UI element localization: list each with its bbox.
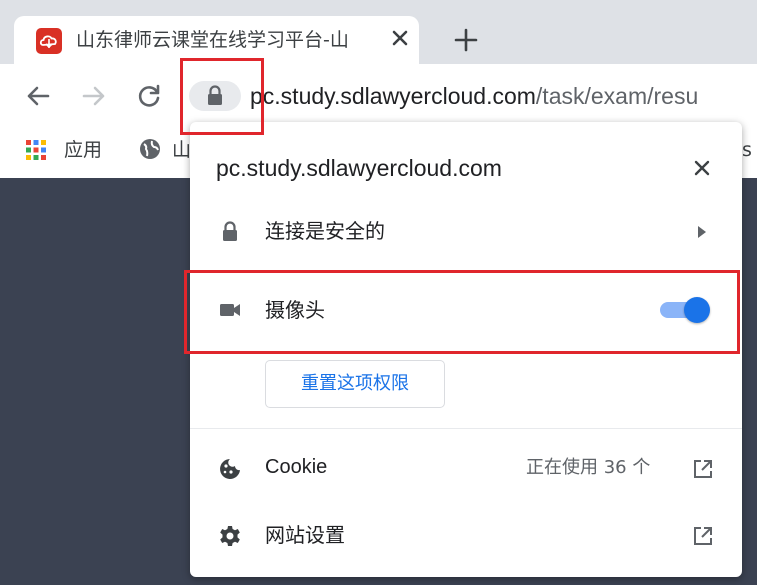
back-arrow-icon[interactable] [22, 80, 54, 112]
popup-site-title: pc.study.sdlawyercloud.com [216, 155, 502, 181]
cookie-icon [218, 457, 242, 481]
camera-row-highlight-annotation [184, 270, 740, 354]
cookie-row[interactable]: Cookie [265, 452, 327, 482]
connection-secure-row[interactable]: 连接是安全的 [265, 216, 385, 246]
lock-icon [218, 220, 242, 244]
open-in-new-icon[interactable] [692, 458, 714, 480]
apps-grid-icon[interactable] [24, 138, 48, 162]
popup-close-icon[interactable] [686, 152, 718, 184]
forward-arrow-icon[interactable] [78, 80, 110, 112]
site-favicon-icon [36, 28, 62, 54]
new-tab-plus-icon[interactable] [448, 22, 484, 58]
apps-bookmark-label[interactable]: 应用 [64, 136, 102, 164]
chevron-right-icon[interactable] [695, 224, 709, 240]
globe-icon[interactable] [138, 137, 162, 161]
site-settings-row[interactable]: 网站设置 [265, 520, 345, 550]
gear-icon [218, 524, 242, 548]
browser-tab[interactable]: 山东律师云课堂在线学习平台-山 [14, 16, 419, 64]
tab-close-icon[interactable] [386, 24, 414, 52]
tab-strip: 山东律师云课堂在线学习平台-山 [0, 0, 757, 64]
bookmark-item-label[interactable]: 山 [172, 136, 191, 164]
lock-highlight-annotation [180, 58, 264, 135]
url-host: pc.study.sdlawyercloud.com [250, 83, 536, 109]
reset-permission-button[interactable]: 重置这项权限 [265, 360, 445, 408]
popup-divider [190, 428, 742, 429]
url-path: /task/exam/resu [535, 83, 699, 109]
open-in-new-icon[interactable] [692, 525, 714, 547]
bookmark-item-label-right[interactable]: s [742, 136, 752, 164]
cookie-usage-status: 正在使用 36 个 [526, 457, 651, 478]
address-bar-url[interactable]: pc.study.sdlawyercloud.com/task/exam/res… [250, 76, 698, 116]
tab-title: 山东律师云课堂在线学习平台-山 [76, 29, 349, 51]
reload-icon[interactable] [133, 80, 165, 112]
